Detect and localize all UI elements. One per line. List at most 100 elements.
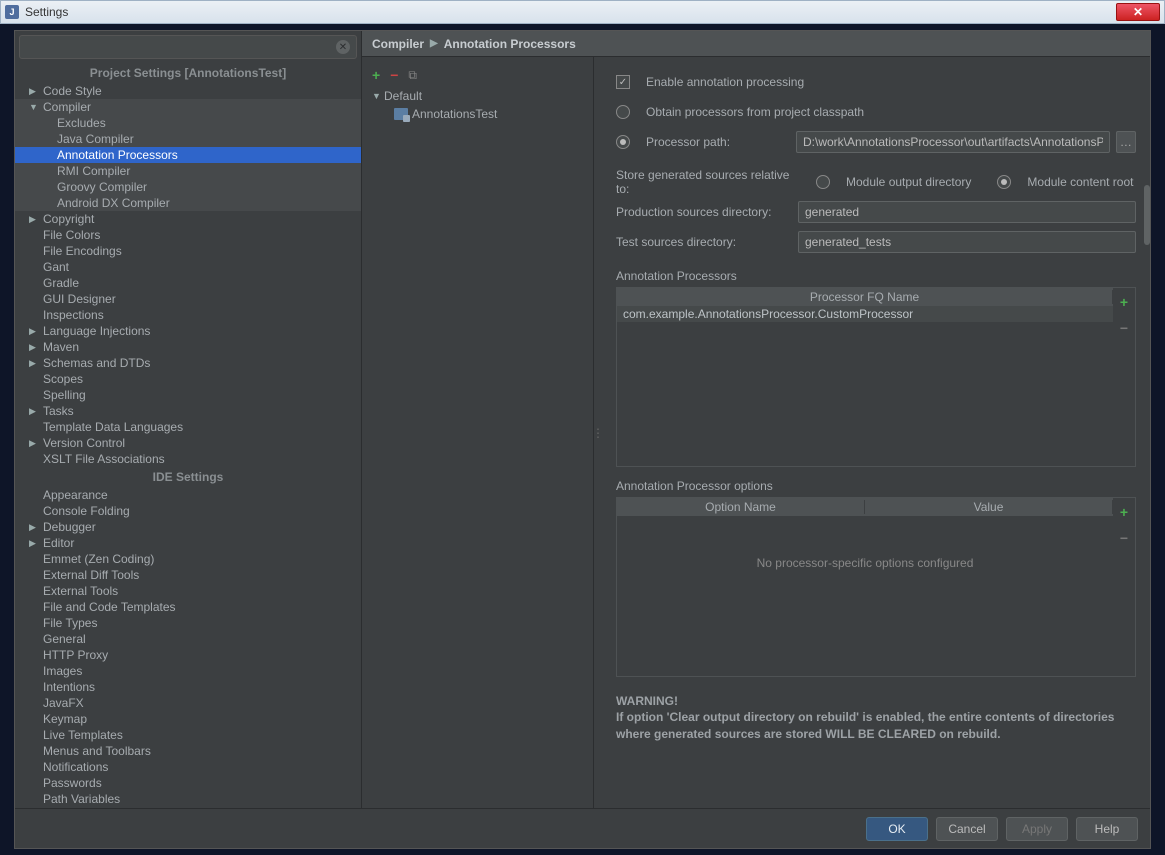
store-label: Store generated sources relative to: xyxy=(616,168,806,196)
browse-button[interactable]: … xyxy=(1116,131,1136,153)
tree-item-label: Version Control xyxy=(43,436,125,450)
enable-checkbox[interactable] xyxy=(616,75,630,89)
settings-search[interactable]: ✕ xyxy=(19,35,357,59)
tree-item[interactable]: External Tools xyxy=(15,583,361,599)
dialog-footer: OK Cancel Apply Help xyxy=(15,808,1150,848)
remove-processor-button[interactable]: − xyxy=(1120,320,1128,336)
tree-item[interactable]: Inspections xyxy=(15,307,361,323)
tree-item[interactable]: ▶Schemas and DTDs xyxy=(15,355,361,371)
processor-path-label: Processor path: xyxy=(646,135,786,149)
tree-item[interactable]: Java Compiler xyxy=(15,131,361,147)
module-output-radio[interactable] xyxy=(816,175,830,189)
tree-item-label: Template Data Languages xyxy=(43,420,183,434)
tree-item[interactable]: General xyxy=(15,631,361,647)
tree-item[interactable]: Intentions xyxy=(15,679,361,695)
splitter-handle[interactable]: ⋮ xyxy=(594,57,602,808)
tree-item[interactable]: File Colors xyxy=(15,227,361,243)
tree-item[interactable]: File Encodings xyxy=(15,243,361,259)
tree-item[interactable]: Scopes xyxy=(15,371,361,387)
app-icon: J xyxy=(5,5,19,19)
tree-item[interactable]: Emmet (Zen Coding) xyxy=(15,551,361,567)
tree-item[interactable]: RMI Compiler xyxy=(15,163,361,179)
remove-profile-button[interactable]: − xyxy=(390,67,398,83)
obtain-classpath-radio[interactable] xyxy=(616,105,630,119)
processor-path-input[interactable] xyxy=(796,131,1110,153)
remove-option-button[interactable]: − xyxy=(1120,530,1128,546)
add-option-button[interactable]: + xyxy=(1120,504,1128,520)
breadcrumb: Compiler ▶ Annotation Processors xyxy=(362,31,1150,57)
tree-item-label: RMI Compiler xyxy=(57,164,130,178)
tree-item-label: File Types xyxy=(43,616,97,630)
tree-item-label: Gradle xyxy=(43,276,79,290)
tree-item[interactable]: ▶Version Control xyxy=(15,435,361,451)
tree-item[interactable]: ▶Copyright xyxy=(15,211,361,227)
processor-path-radio[interactable] xyxy=(616,135,630,149)
tree-item[interactable]: Annotation Processors xyxy=(15,147,361,163)
tree-item[interactable]: Gradle xyxy=(15,275,361,291)
table-row[interactable]: com.example.AnnotationsProcessor.CustomP… xyxy=(617,306,1113,322)
tree-item[interactable]: Template Data Languages xyxy=(15,419,361,435)
tree-item-label: Code Style xyxy=(43,84,102,98)
tree-item[interactable]: ▶Editor xyxy=(15,535,361,551)
tree-item[interactable]: Live Templates xyxy=(15,727,361,743)
test-dir-label: Test sources directory: xyxy=(616,235,788,249)
add-processor-button[interactable]: + xyxy=(1120,294,1128,310)
tree-item[interactable]: JavaFX xyxy=(15,695,361,711)
module-content-radio[interactable] xyxy=(997,175,1011,189)
tree-item[interactable]: Appearance xyxy=(15,487,361,503)
tree-item[interactable]: Menus and Toolbars xyxy=(15,743,361,759)
breadcrumb-part: Annotation Processors xyxy=(444,37,576,51)
profile-module[interactable]: AnnotationsTest xyxy=(366,105,589,123)
tree-item-label: Compiler xyxy=(43,100,91,114)
tree-item[interactable]: Excludes xyxy=(15,115,361,131)
chevron-right-icon: ▶ xyxy=(29,326,36,337)
tree-item[interactable]: Groovy Compiler xyxy=(15,179,361,195)
apply-button[interactable]: Apply xyxy=(1006,817,1068,841)
tree-item[interactable]: File Types xyxy=(15,615,361,631)
test-dir-input[interactable] xyxy=(798,231,1136,253)
tree-item-label: Notifications xyxy=(43,760,108,774)
tree-item[interactable]: ▶Maven xyxy=(15,339,361,355)
close-button[interactable]: ✕ xyxy=(1116,3,1160,21)
tree-item[interactable]: Gant xyxy=(15,259,361,275)
tree-item[interactable]: External Diff Tools xyxy=(15,567,361,583)
tree-item[interactable]: ▶Tasks xyxy=(15,403,361,419)
tree-item[interactable]: ▶Code Style xyxy=(15,83,361,99)
tree-item[interactable]: Keymap xyxy=(15,711,361,727)
tree-item[interactable]: ▼Compiler xyxy=(15,99,361,115)
tree-item[interactable]: Spelling xyxy=(15,387,361,403)
tree-item[interactable]: Passwords xyxy=(15,775,361,791)
profile-default[interactable]: ▼ Default xyxy=(366,87,589,105)
tree-item[interactable]: GUI Designer xyxy=(15,291,361,307)
copy-profile-button[interactable]: ⧉ xyxy=(408,68,417,83)
breadcrumb-part[interactable]: Compiler xyxy=(372,37,424,51)
processors-table: Processor FQ Name com.example.Annotation… xyxy=(616,287,1136,467)
profiles-panel: + − ⧉ ▼ Default AnnotationsTest xyxy=(362,57,594,808)
tree-item[interactable]: Console Folding xyxy=(15,503,361,519)
window-title: Settings xyxy=(25,5,68,19)
tree-item[interactable]: ▶Language Injections xyxy=(15,323,361,339)
add-profile-button[interactable]: + xyxy=(372,67,380,83)
prod-dir-input[interactable] xyxy=(798,201,1136,223)
tree-item-label: Inspections xyxy=(43,308,104,322)
tree-item[interactable]: ▶Debugger xyxy=(15,519,361,535)
tree-item[interactable]: Android DX Compiler xyxy=(15,195,361,211)
chevron-right-icon: ▶ xyxy=(430,38,438,49)
tree-item[interactable]: XSLT File Associations xyxy=(15,451,361,467)
help-button[interactable]: Help xyxy=(1076,817,1138,841)
search-input[interactable] xyxy=(26,40,336,54)
ok-button[interactable]: OK xyxy=(866,817,928,841)
tree-item[interactable]: Images xyxy=(15,663,361,679)
cancel-button[interactable]: Cancel xyxy=(936,817,998,841)
tree-item[interactable]: HTTP Proxy xyxy=(15,647,361,663)
clear-icon[interactable]: ✕ xyxy=(336,40,350,54)
tree-section-header: Project Settings [AnnotationsTest] xyxy=(15,63,361,83)
settings-tree[interactable]: Project Settings [AnnotationsTest]▶Code … xyxy=(15,63,361,808)
tree-item[interactable]: Path Variables xyxy=(15,791,361,807)
tree-item-label: Images xyxy=(43,664,82,678)
tree-item[interactable]: File and Code Templates xyxy=(15,599,361,615)
tree-item-label: File Colors xyxy=(43,228,100,242)
tree-item[interactable]: Notifications xyxy=(15,759,361,775)
chevron-right-icon: ▶ xyxy=(29,522,36,533)
tree-item-label: JavaFX xyxy=(43,696,84,710)
